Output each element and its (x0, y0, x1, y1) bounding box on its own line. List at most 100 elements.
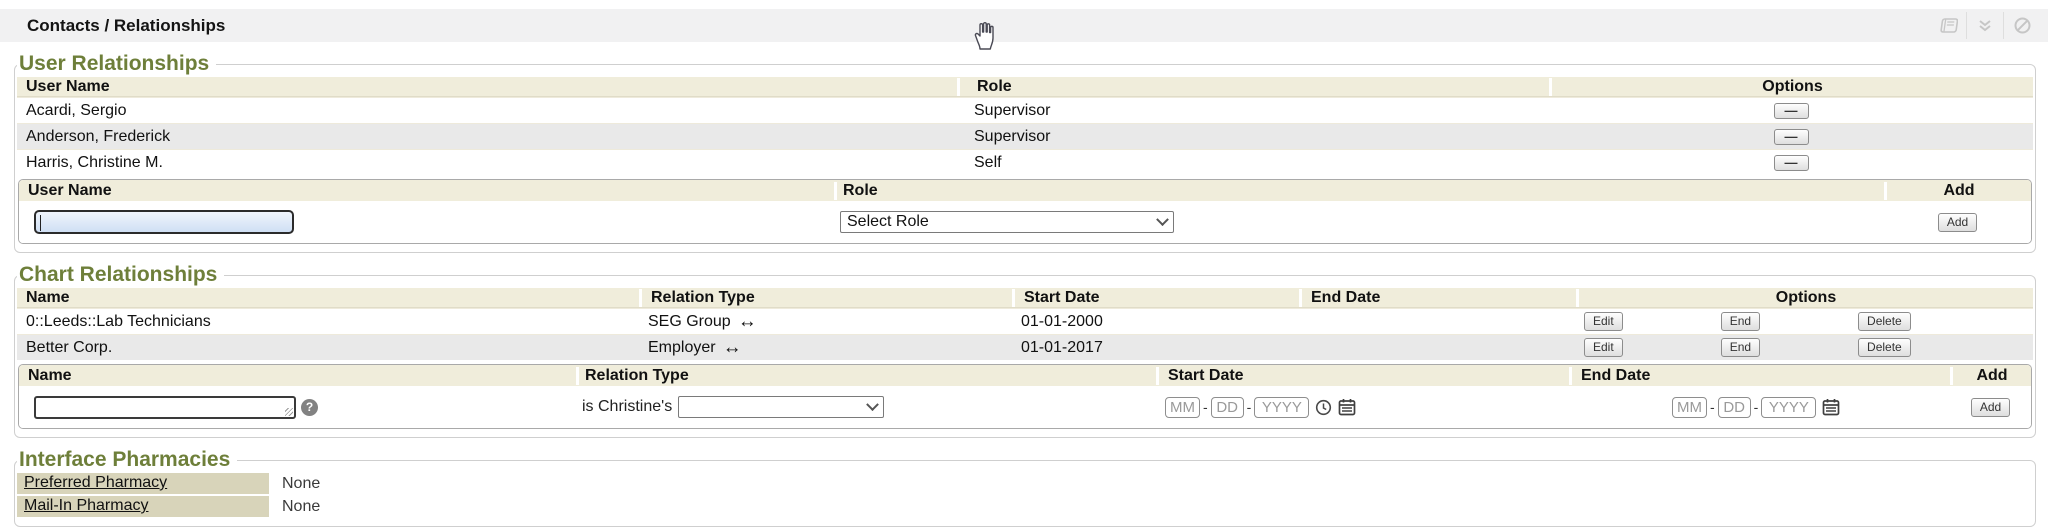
pharmacy-row: Preferred Pharmacy None (17, 473, 2033, 494)
remove-user-relationship-button[interactable]: — (1774, 155, 1809, 171)
date-separator: - (1710, 399, 1715, 415)
end-day-input[interactable]: DD (1718, 397, 1751, 418)
user-relationships-legend: User Relationships (17, 52, 216, 76)
date-separator: - (1754, 399, 1759, 415)
relation-type-select[interactable] (678, 396, 884, 418)
preferred-pharmacy-link[interactable]: Preferred Pharmacy (17, 473, 269, 494)
column-header-start-date: Start Date (1156, 367, 1569, 385)
form-input-row: Select Role Add (19, 201, 2031, 243)
role-cell: Self (957, 154, 1549, 172)
add-chart-relationship-button[interactable]: Add (1971, 398, 2010, 417)
text-caret (40, 215, 41, 231)
section-interface-pharmacies: Interface Pharmacies Preferred Pharmacy … (14, 448, 2036, 527)
interface-pharmacies-legend: Interface Pharmacies (17, 448, 237, 472)
form-header-row: User Name Role Add (19, 180, 2031, 201)
user-name-cell: Harris, Christine M. (17, 154, 957, 172)
add-chart-relationship-form: Name Relation Type Start Date End Date A… (18, 364, 2032, 429)
column-header-name: Name (17, 289, 639, 307)
column-header-relation-type: Relation Type (639, 289, 1012, 307)
user-name-cell: Acardi, Sergio (17, 102, 957, 120)
start-month-input[interactable]: MM (1165, 397, 1200, 418)
column-header-relation-type: Relation Type (576, 367, 1156, 385)
relation-type-cell: SEG Group ↔ (639, 312, 1012, 331)
role-select-value: Select Role (847, 213, 929, 231)
column-header-end-date: End Date (1569, 367, 1950, 385)
edit-relationship-button[interactable]: Edit (1584, 338, 1623, 357)
name-cell: 0::Leeds::Lab Technicians (17, 313, 639, 331)
user-name-input[interactable] (34, 210, 294, 234)
chart-relationships-table: Name Relation Type Start Date End Date O… (17, 288, 2033, 360)
titlebar: Contacts / Relationships (0, 9, 2048, 42)
page-title: Contacts / Relationships (27, 16, 225, 36)
relation-prefix-label: is Christine's (582, 398, 672, 416)
start-date-cell: 01-01-2017 (1012, 339, 1299, 357)
pharmacy-row: Mail-In Pharmacy None (17, 496, 2033, 517)
column-header-role: Role (957, 78, 1549, 96)
table-header-row: Name Relation Type Start Date End Date O… (17, 288, 2033, 308)
section-user-relationships: User Relationships User Name Role Option… (14, 52, 2036, 253)
section-chart-relationships: Chart Relationships Name Relation Type S… (14, 263, 2036, 438)
table-header-row: User Name Role Options (17, 77, 2033, 97)
start-year-input[interactable]: YYYY (1254, 397, 1309, 418)
remove-user-relationship-button[interactable]: — (1774, 103, 1809, 119)
mail-in-pharmacy-value: None (282, 498, 320, 516)
column-header-options: Options (1576, 289, 2033, 307)
end-year-input[interactable]: YYYY (1761, 397, 1816, 418)
column-header-add: Add (1884, 182, 2031, 200)
chart-relationships-legend: Chart Relationships (17, 263, 224, 287)
bidirectional-arrow-icon: ↔ (723, 338, 742, 357)
form-input-row: ? is Christine's MM - DD - YYYY (19, 386, 2031, 428)
column-header-user-name: User Name (17, 78, 957, 96)
end-month-input[interactable]: MM (1672, 397, 1707, 418)
double-chevron-down-icon[interactable] (1967, 19, 2003, 33)
column-header-start-date: Start Date (1012, 289, 1299, 307)
mouse-cursor-pointer (972, 21, 998, 51)
relation-type-text: SEG Group (648, 313, 731, 331)
relation-type-text: Employer (648, 339, 716, 357)
book-icon[interactable] (1930, 17, 1966, 34)
calendar-icon[interactable] (1822, 398, 1840, 416)
table-row: 0::Leeds::Lab Technicians SEG Group ↔ 01… (17, 308, 2033, 334)
calendar-icon[interactable] (1338, 398, 1356, 416)
table-row: Anderson, Frederick Supervisor — (17, 123, 2033, 149)
chevron-down-icon (866, 398, 879, 411)
bidirectional-arrow-icon: ↔ (738, 312, 757, 331)
end-date-group: MM - DD - YYYY (1672, 397, 1840, 418)
column-header-name: Name (19, 367, 576, 385)
start-date-cell: 01-01-2000 (1012, 313, 1299, 331)
relation-type-cell: Employer ↔ (639, 338, 1012, 357)
role-select[interactable]: Select Role (840, 211, 1174, 233)
circle-slash-icon[interactable] (2004, 17, 2040, 34)
user-relationships-table: User Name Role Options Acardi, Sergio Su… (17, 77, 2033, 175)
start-day-input[interactable]: DD (1211, 397, 1244, 418)
add-user-relationship-form: User Name Role Add Select Role Ad (18, 179, 2032, 244)
edit-relationship-button[interactable]: Edit (1584, 312, 1623, 331)
titlebar-actions (1930, 9, 2040, 42)
help-icon[interactable]: ? (301, 399, 318, 416)
resize-grip[interactable] (285, 408, 293, 416)
chevron-down-icon (1156, 213, 1169, 226)
chart-name-input[interactable] (34, 396, 296, 419)
column-header-add: Add (1950, 367, 2031, 385)
column-header-end-date: End Date (1299, 289, 1576, 307)
date-separator: - (1247, 399, 1252, 415)
table-row: Harris, Christine M. Self — (17, 149, 2033, 175)
end-relationship-button[interactable]: End (1721, 338, 1760, 357)
preferred-pharmacy-value: None (282, 475, 320, 493)
table-row: Better Corp. Employer ↔ 01-01-2017 Edit … (17, 334, 2033, 360)
user-name-cell: Anderson, Frederick (17, 128, 957, 146)
mail-in-pharmacy-link[interactable]: Mail-In Pharmacy (17, 496, 269, 517)
table-row: Acardi, Sergio Supervisor — (17, 97, 2033, 123)
role-cell: Supervisor (957, 128, 1549, 146)
clock-icon[interactable] (1315, 399, 1332, 416)
delete-relationship-button[interactable]: Delete (1858, 338, 1911, 357)
end-relationship-button[interactable]: End (1721, 312, 1760, 331)
name-cell: Better Corp. (17, 339, 639, 357)
column-header-role: Role (834, 182, 1884, 200)
date-separator: - (1203, 399, 1208, 415)
column-header-user-name: User Name (19, 182, 834, 200)
add-user-relationship-button[interactable]: Add (1938, 213, 1977, 232)
remove-user-relationship-button[interactable]: — (1774, 129, 1809, 145)
role-cell: Supervisor (957, 102, 1549, 120)
delete-relationship-button[interactable]: Delete (1858, 312, 1911, 331)
